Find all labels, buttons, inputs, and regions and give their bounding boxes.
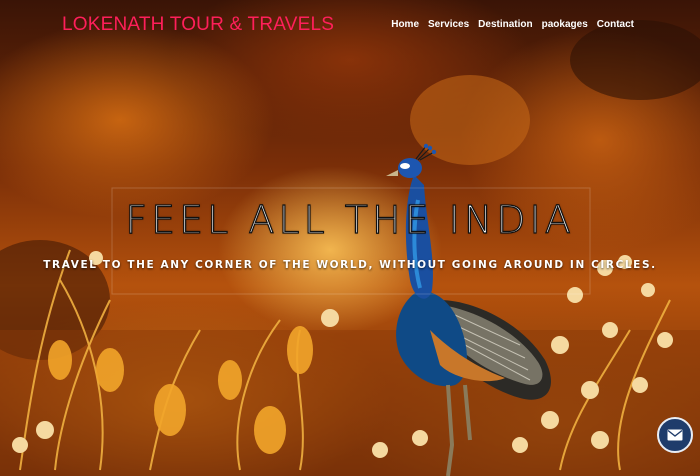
hero-section: LOKENATH TOUR & TRAVELS Home Services De…	[0, 0, 700, 476]
hero-tagline: TRAVEL TO THE ANY CORNER OF THE WORLD, W…	[43, 259, 657, 271]
nav-item-home[interactable]: Home	[391, 19, 419, 30]
main-nav: Home Services Destination paokages Conta…	[391, 19, 634, 30]
mail-button[interactable]	[657, 417, 693, 453]
nav-item-contact[interactable]: Contact	[597, 19, 634, 30]
nav-item-destination[interactable]: Destination	[478, 19, 532, 30]
nav-item-services[interactable]: Services	[428, 19, 469, 30]
hero-headline: FEEL ALL THE INDIA	[125, 197, 575, 242]
envelope-icon	[667, 429, 683, 441]
brand-logo[interactable]: LOKENATH TOUR & TRAVELS	[62, 14, 334, 36]
nav-item-packages[interactable]: paokages	[542, 19, 588, 30]
